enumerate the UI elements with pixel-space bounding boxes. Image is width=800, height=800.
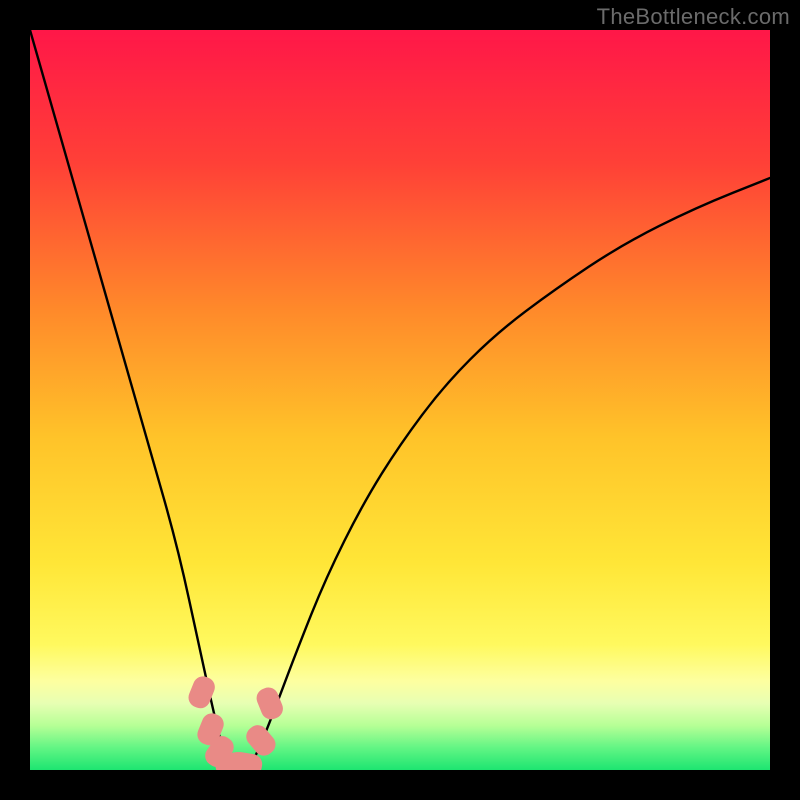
chart-background <box>30 30 770 770</box>
chart-svg <box>30 30 770 770</box>
watermark: TheBottleneck.com <box>597 4 790 30</box>
chart-frame: TheBottleneck.com <box>0 0 800 800</box>
bottleneck-chart <box>30 30 770 770</box>
